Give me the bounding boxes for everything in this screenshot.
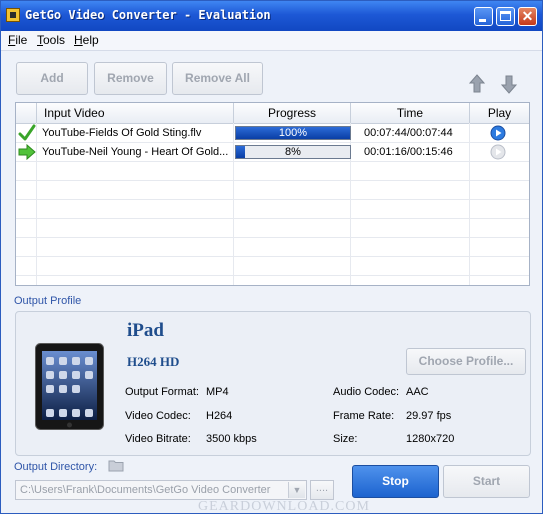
- progress-label: 100%: [278, 127, 308, 139]
- move-down-icon[interactable]: [501, 74, 517, 94]
- video-codec-value: H264: [206, 410, 233, 422]
- audio-codec-value: AAC: [406, 386, 429, 398]
- output-directory-path: C:\Users\Frank\Documents\GetGo Video Con…: [20, 484, 271, 496]
- video-bitrate-value: 3500 kbps: [206, 433, 257, 445]
- minimize-icon: [479, 19, 486, 22]
- app-icon: [6, 8, 20, 22]
- menu-help[interactable]: Help: [74, 33, 99, 47]
- output-directory-select[interactable]: C:\Users\Frank\Documents\GetGo Video Con…: [15, 480, 307, 500]
- choose-profile-button[interactable]: Choose Profile...: [406, 348, 526, 375]
- time-value: 00:01:16/00:15:46: [364, 146, 453, 158]
- video-codec-label: Video Codec:: [125, 410, 191, 422]
- menu-separator: [1, 50, 542, 51]
- progress-label: 8%: [285, 146, 301, 158]
- column-input-video[interactable]: Input Video: [37, 103, 234, 123]
- table-row[interactable]: YouTube-Fields Of Gold Sting.flv 100% 00…: [16, 124, 529, 143]
- audio-codec-label: Audio Codec:: [333, 386, 400, 398]
- time-value: 00:07:44/00:07:44: [364, 127, 453, 139]
- watermark: GEARDOWNLOAD.COM: [198, 499, 370, 514]
- video-name: YouTube-Neil Young - Heart Of Gold...: [42, 146, 229, 158]
- add-button[interactable]: Add: [16, 62, 88, 95]
- maximize-button[interactable]: [496, 7, 515, 26]
- frame-rate-label: Frame Rate:: [333, 410, 395, 422]
- table-row: [16, 238, 529, 257]
- menu-file[interactable]: File: [8, 33, 27, 47]
- ipad-image: [35, 343, 104, 430]
- folder-icon[interactable]: [108, 459, 124, 472]
- size-value: 1280x720: [406, 433, 455, 445]
- table-row: [16, 162, 529, 181]
- menu-file-label: ile: [15, 33, 28, 47]
- move-up-icon[interactable]: [469, 74, 485, 94]
- play-icon[interactable]: [490, 144, 506, 160]
- start-button[interactable]: Start: [443, 465, 530, 498]
- close-button[interactable]: ✕: [518, 7, 537, 26]
- device-name: iPad: [127, 320, 164, 341]
- profile-name: H264 HD: [127, 354, 180, 369]
- output-format-value: MP4: [206, 386, 229, 398]
- column-progress[interactable]: Progress: [234, 103, 351, 123]
- arrow-right-icon: [18, 144, 36, 160]
- stop-button[interactable]: Stop: [352, 465, 439, 498]
- remove-all-button[interactable]: Remove All: [172, 62, 263, 95]
- table-row: [16, 200, 529, 219]
- progress-bar: 100%: [235, 126, 351, 140]
- output-directory-label: Output Directory:: [14, 461, 98, 473]
- output-profile-label: Output Profile: [14, 295, 82, 307]
- column-play[interactable]: Play: [470, 103, 529, 123]
- video-name: YouTube-Fields Of Gold Sting.flv: [42, 127, 202, 139]
- menu-bar: File Tools Help: [1, 31, 542, 50]
- minimize-button[interactable]: [474, 7, 493, 26]
- menu-help-mnemonic: H: [74, 33, 83, 47]
- table-row: [16, 257, 529, 276]
- frame-rate-value: 29.97 fps: [406, 410, 452, 422]
- window-title: GetGo Video Converter - Evaluation: [25, 8, 271, 22]
- video-bitrate-label: Video Bitrate:: [125, 433, 191, 445]
- menu-tools[interactable]: Tools: [37, 33, 65, 47]
- table-header: Input Video Progress Time Play: [16, 103, 529, 124]
- progress-bar: 8%: [235, 145, 351, 159]
- app-window: GetGo Video Converter - Evaluation ✕ Fil…: [0, 0, 543, 514]
- checkmark-icon: [18, 124, 36, 141]
- remove-button[interactable]: Remove: [94, 62, 167, 95]
- title-bar[interactable]: GetGo Video Converter - Evaluation ✕: [1, 1, 542, 31]
- menu-help-label: elp: [82, 33, 99, 47]
- maximize-icon: [500, 11, 511, 21]
- column-time[interactable]: Time: [351, 103, 470, 123]
- close-icon: ✕: [521, 8, 534, 24]
- video-table[interactable]: Input Video Progress Time Play YouTube-F…: [15, 102, 530, 286]
- status-column-header: [16, 103, 37, 123]
- table-row: [16, 181, 529, 200]
- table-row[interactable]: YouTube-Neil Young - Heart Of Gold... 8%…: [16, 143, 529, 162]
- play-icon[interactable]: [490, 125, 506, 141]
- output-format-label: Output Format:: [125, 386, 199, 398]
- table-row: [16, 219, 529, 238]
- chevron-down-icon[interactable]: ▼: [288, 482, 305, 498]
- size-label: Size:: [333, 433, 358, 445]
- browse-button[interactable]: ....: [310, 480, 334, 500]
- menu-tools-label: ools: [43, 33, 66, 47]
